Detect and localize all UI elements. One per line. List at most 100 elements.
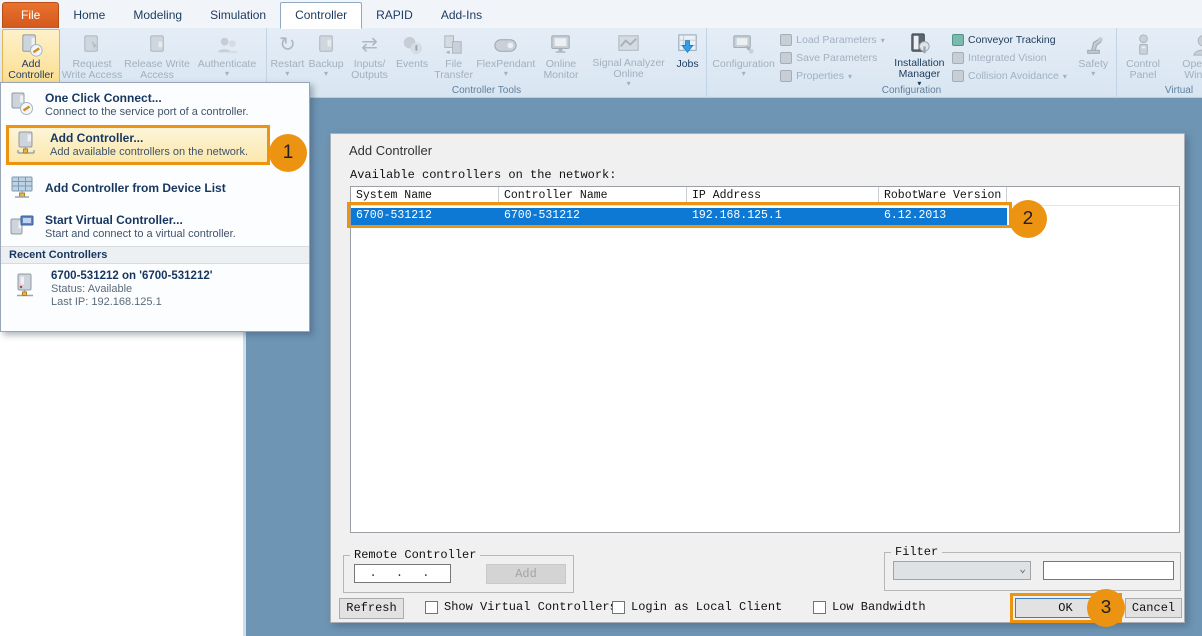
collision-avoidance-button[interactable]: Collision Avoidance ▾ xyxy=(950,68,1072,84)
column-header-ip-address[interactable]: IP Address xyxy=(687,187,879,205)
request-write-access-button[interactable]: Request Write Access xyxy=(60,29,124,85)
control-panel-button[interactable]: Control Panel xyxy=(1119,29,1167,85)
menu-item-description: Connect to the service port of a control… xyxy=(45,106,249,119)
dropdown-caret-icon: ▾ xyxy=(1063,73,1067,80)
dropdown-caret-icon: ▾ xyxy=(324,70,328,77)
button-label: Integrated Vision xyxy=(968,52,1047,64)
request-write-access-icon xyxy=(79,31,106,59)
menu-item-title: Add Controller... xyxy=(50,131,248,146)
tab-file[interactable]: File xyxy=(2,2,59,28)
properties-button[interactable]: Properties ▾ xyxy=(778,68,889,84)
table-header-row: System Name Controller Name IP Address R… xyxy=(351,187,1179,206)
remote-controller-group: Remote Controller . . . Add xyxy=(343,555,574,593)
button-label: Conveyor Tracking xyxy=(968,34,1056,46)
jobs-button[interactable]: Jobs xyxy=(671,29,704,85)
inputs-outputs-icon: ⇄ xyxy=(361,31,378,59)
column-header-system-name[interactable]: System Name xyxy=(351,187,499,205)
recent-controller-item[interactable]: 6700-531212 on '6700-531212' Status: Ava… xyxy=(1,264,309,309)
safety-button[interactable]: Safety ▾ xyxy=(1073,29,1114,85)
tab-simulation[interactable]: Simulation xyxy=(196,3,280,28)
events-icon xyxy=(399,31,426,59)
restart-button[interactable]: ↻ Restart ▾ xyxy=(269,29,306,85)
remote-add-button[interactable]: Add xyxy=(486,564,566,584)
button-label: Events xyxy=(396,59,428,70)
menu-item-description: Start and connect to a virtual controlle… xyxy=(45,228,236,241)
online-monitor-button[interactable]: Online Monitor xyxy=(536,29,586,85)
signal-analyzer-online-button[interactable]: Signal Analyzer Online ▾ xyxy=(586,29,671,85)
checkbox-label: Login as Local Client xyxy=(631,600,782,614)
chevron-down-icon: ⌄ xyxy=(1019,562,1026,576)
button-label: Operator Window xyxy=(1167,59,1202,81)
column-header-controller-name[interactable]: Controller Name xyxy=(499,187,687,205)
button-label: Jobs xyxy=(676,59,698,70)
step-annotation-box-1: Add Controller... Add available controll… xyxy=(6,125,270,165)
installation-manager-button[interactable]: Installation Manager ▾ xyxy=(889,29,950,85)
save-parameters-button[interactable]: Save Parameters xyxy=(778,50,889,66)
show-virtual-controllers-checkbox[interactable]: Show Virtual Controllers xyxy=(425,600,617,614)
group-label: Controller Tools xyxy=(267,85,706,98)
menu-item-add-controller-from-device-list[interactable]: Add Controller from Device List xyxy=(1,169,309,209)
button-label: Add Controller xyxy=(3,59,59,81)
cell-controller-name: 6700-531212 xyxy=(499,208,687,225)
remote-ip-input[interactable]: . . . xyxy=(354,564,451,583)
ribbon-group-virtual: Control Panel Operator Window Virtual xyxy=(1117,28,1202,98)
refresh-button[interactable]: Refresh xyxy=(339,598,404,619)
column-header-robotware-version[interactable]: RobotWare Version xyxy=(879,187,1007,205)
checkbox-icon xyxy=(612,601,625,614)
dropdown-caret-icon: ▾ xyxy=(848,73,852,80)
online-monitor-icon xyxy=(547,31,574,59)
menu-item-add-controller[interactable]: Add Controller... Add available controll… xyxy=(9,128,267,162)
add-controller-icon xyxy=(18,32,45,59)
backup-button[interactable]: Backup ▾ xyxy=(306,29,347,85)
tab-rapid[interactable]: RAPID xyxy=(362,3,427,28)
configuration-button[interactable]: Configuration ▾ xyxy=(709,29,778,85)
robotstudio-window: File Home Modeling Simulation Controller… xyxy=(0,0,1202,636)
filter-text-input[interactable] xyxy=(1043,561,1174,580)
recent-controller-status: Status: Available xyxy=(51,283,212,296)
menu-item-title: One Click Connect... xyxy=(45,91,249,106)
conveyor-tracking-button[interactable]: Conveyor Tracking xyxy=(950,32,1072,48)
inputs-outputs-button[interactable]: ⇄ Inputs/ Outputs xyxy=(346,29,392,85)
dropdown-caret-icon: ▾ xyxy=(742,70,746,77)
installation-manager-icon xyxy=(906,31,933,58)
cancel-button[interactable]: Cancel xyxy=(1125,598,1182,618)
login-as-local-client-checkbox[interactable]: Login as Local Client xyxy=(612,600,782,614)
menu-item-title: Start Virtual Controller... xyxy=(45,213,236,228)
operator-window-icon xyxy=(1190,31,1202,59)
ribbon-group-configuration: Configuration ▾ Load Parameters ▾ Save P… xyxy=(707,28,1117,98)
menu-item-one-click-connect[interactable]: One Click Connect... Connect to the serv… xyxy=(1,87,309,121)
file-transfer-icon xyxy=(440,31,467,59)
tab-home[interactable]: Home xyxy=(59,3,119,28)
low-bandwidth-checkbox[interactable]: Low Bandwidth xyxy=(813,600,926,614)
dropdown-caret-icon: ▾ xyxy=(1091,70,1095,77)
properties-icon xyxy=(780,70,792,82)
file-transfer-button[interactable]: File Transfer xyxy=(431,29,475,85)
add-controller-button[interactable]: Add Controller ▾ xyxy=(2,29,60,85)
release-write-access-button[interactable]: Release Write Access xyxy=(124,29,190,85)
checkbox-label: Show Virtual Controllers xyxy=(444,600,617,614)
integrated-vision-button[interactable]: Integrated Vision xyxy=(950,50,1072,66)
tab-modeling[interactable]: Modeling xyxy=(119,3,196,28)
signal-analyzer-icon xyxy=(615,31,642,58)
tab-addins[interactable]: Add-Ins xyxy=(427,3,496,28)
dialog-title: Add Controller xyxy=(349,143,432,158)
button-label: File Transfer xyxy=(431,59,475,81)
events-button[interactable]: Events xyxy=(393,29,432,85)
ribbon-group-controller-tools: ↻ Restart ▾ Backup ▾ ⇄ Inputs/ Outputs xyxy=(267,28,707,98)
device-list-icon xyxy=(9,175,35,201)
configuration-icon xyxy=(730,31,757,59)
operator-window-button[interactable]: Operator Window xyxy=(1167,29,1202,85)
checkbox-icon xyxy=(425,601,438,614)
dropdown-caret-icon: ▾ xyxy=(285,70,289,77)
tab-controller[interactable]: Controller xyxy=(280,2,362,29)
menu-item-start-virtual-controller[interactable]: Start Virtual Controller... Start and co… xyxy=(1,209,309,243)
button-label: Release Write Access xyxy=(124,59,190,81)
flexpendant-button[interactable]: FlexPendant ▾ xyxy=(476,29,536,85)
authenticate-button[interactable]: Authenticate ▾ xyxy=(190,29,264,85)
load-parameters-button[interactable]: Load Parameters ▾ xyxy=(778,32,889,48)
table-row-selected[interactable]: 6700-531212 6700-531212 192.168.125.1 6.… xyxy=(351,208,1007,225)
filter-combobox[interactable]: ⌄ xyxy=(893,561,1031,580)
add-controller-network-icon xyxy=(14,131,40,157)
step-badge-1: 1 xyxy=(269,134,307,172)
one-click-connect-icon xyxy=(9,91,35,117)
